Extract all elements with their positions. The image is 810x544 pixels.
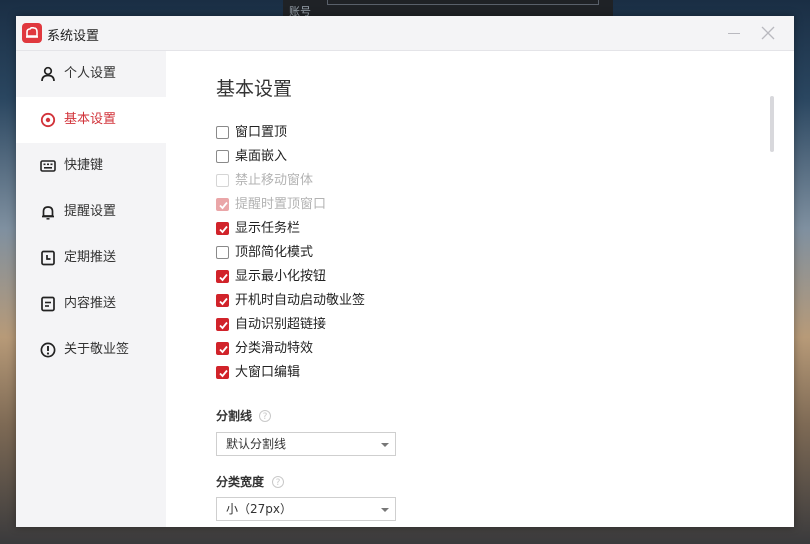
watermark-brand-text: Bai xyxy=(620,463,670,496)
option-label: 桌面嵌入 xyxy=(235,149,288,164)
checkbox[interactable] xyxy=(216,222,229,235)
sidebar-item-personal-settings[interactable]: 个人设置 xyxy=(16,51,166,97)
option-label: 开机时自动启动敬业签 xyxy=(235,293,366,308)
help-icon[interactable]: ? xyxy=(272,476,284,488)
paw-logo-icon xyxy=(675,462,705,492)
sidebar-item-content-push[interactable]: 内容推送 xyxy=(16,281,166,327)
chevron-down-icon xyxy=(381,443,389,447)
checkbox[interactable] xyxy=(216,150,229,163)
keyboard-icon xyxy=(40,160,56,172)
sidebar-item-label: 内容推送 xyxy=(64,296,117,311)
divider-select-value: 默认分割线 xyxy=(226,437,287,451)
close-icon[interactable] xyxy=(756,22,780,44)
option-label: 提醒时置顶窗口 xyxy=(235,197,327,212)
info-icon xyxy=(40,342,56,358)
bell-icon xyxy=(42,206,54,220)
user-icon xyxy=(41,66,55,82)
option-label: 大窗口编辑 xyxy=(235,365,301,380)
cloud-logo-icon xyxy=(22,23,42,43)
category-width-select[interactable]: 小（27px） xyxy=(216,497,396,521)
option-label: 自动识别超链接 xyxy=(235,317,327,332)
checkbox xyxy=(216,198,229,211)
chevron-down-icon xyxy=(381,508,389,512)
sidebar-item-basic-settings[interactable]: 基本设置 xyxy=(16,97,166,143)
settings-sidebar: 个人设置 基本设置 快捷键 提醒设置 定期推送 内容推送 关于敬业签 xyxy=(16,51,166,527)
sidebar-item-scheduled-push[interactable]: 定期推送 xyxy=(16,235,166,281)
document-icon xyxy=(41,296,55,312)
background-account-field xyxy=(327,0,599,5)
sidebar-item-label: 定期推送 xyxy=(64,250,117,265)
sidebar-item-label: 提醒设置 xyxy=(64,204,117,219)
option-label: 显示任务栏 xyxy=(235,221,301,236)
title-bar: 系统设置 xyxy=(16,16,794,51)
sidebar-item-label: 快捷键 xyxy=(64,158,104,173)
sidebar-item-reminder-settings[interactable]: 提醒设置 xyxy=(16,189,166,235)
option-label: 顶部简化模式 xyxy=(235,245,314,260)
category-width-select-value: 小（27px） xyxy=(226,502,292,516)
checkbox[interactable] xyxy=(216,318,229,331)
content-scrollbar[interactable] xyxy=(770,96,774,152)
watermark-brand-tail: 经验 xyxy=(715,463,772,496)
option-label: 分类滑动特效 xyxy=(235,341,314,356)
option-label: 禁止移动窗体 xyxy=(235,173,314,188)
checkbox[interactable] xyxy=(216,246,229,259)
category-width-section-label: 分类宽度 xyxy=(216,475,265,489)
checkbox[interactable] xyxy=(216,366,229,379)
option-label: 窗口置顶 xyxy=(235,125,288,140)
divider-section-label: 分割线 xyxy=(216,409,253,423)
watermark-url: jingyan.baidu.com xyxy=(622,506,742,521)
checkbox[interactable] xyxy=(216,126,229,139)
window-title: 系统设置 xyxy=(47,29,100,44)
sidebar-item-shortcuts[interactable]: 快捷键 xyxy=(16,143,166,189)
settings-icon xyxy=(40,112,56,128)
page-title: 基本设置 xyxy=(216,78,293,100)
schedule-icon xyxy=(41,250,55,266)
checkbox[interactable] xyxy=(216,342,229,355)
help-icon[interactable]: ? xyxy=(259,410,271,422)
option-label: 显示最小化按钮 xyxy=(235,269,327,284)
sidebar-item-label: 基本设置 xyxy=(64,112,117,127)
checkbox[interactable] xyxy=(216,294,229,307)
sidebar-item-label: 个人设置 xyxy=(64,66,117,81)
sidebar-item-label: 关于敬业签 xyxy=(64,342,130,357)
sidebar-item-about[interactable]: 关于敬业签 xyxy=(16,327,166,373)
minimize-icon[interactable] xyxy=(722,22,746,44)
settings-content: 基本设置 窗口置顶 桌面嵌入 禁止移动窗体 提醒时置顶窗口 显示任务栏 顶部简化… xyxy=(166,51,794,527)
divider-select[interactable]: 默认分割线 xyxy=(216,432,396,456)
settings-window: 系统设置 个人设置 基本设置 快捷键 提醒设置 定期推送 内容推送 关于敬业签 … xyxy=(16,16,794,527)
checkbox[interactable] xyxy=(216,270,229,283)
checkbox xyxy=(216,174,229,187)
